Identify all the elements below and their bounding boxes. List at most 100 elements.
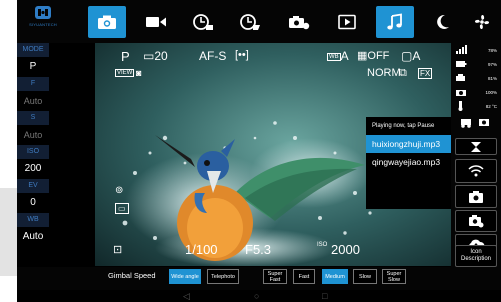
vf-shutter: 1/100 (185, 242, 218, 257)
vf-drive: ▦OFF (357, 50, 390, 62)
vf-quality: NORM (367, 67, 401, 79)
ev-value[interactable]: 0 (17, 193, 49, 213)
vf-quality-icon: ⧉ (399, 67, 407, 79)
s-label: S (17, 111, 49, 125)
music-button[interactable] (376, 6, 414, 38)
night-mode-button[interactable]: z (424, 6, 462, 38)
slow-button[interactable]: Slow (353, 269, 377, 284)
status-readouts: 78% 97% 81% 100% 82 °C (451, 43, 501, 133)
system-nav-bar: ◁ ○ □ (17, 290, 501, 302)
music-note-icon (387, 13, 402, 30)
timer-icon (193, 14, 213, 30)
home-icon[interactable]: ○ (254, 291, 259, 301)
top-toolbar: SIYUANTECH z (17, 0, 501, 43)
timelapse-button[interactable] (184, 6, 222, 38)
exposure-settings-panel: MODE P F Auto S Auto ISO 200 EV 0 WB Aut… (17, 43, 49, 267)
camera-battery-icon (456, 90, 466, 96)
vf-stabilizer-icon: ⊚ (115, 185, 124, 196)
recent-apps-icon[interactable]: □ (322, 291, 327, 301)
signal-value: 78% (487, 48, 497, 53)
icon-description-button[interactable]: Icon Description (455, 245, 497, 267)
vf-white-balance: WB A (327, 49, 349, 63)
iso-value[interactable]: 200 (17, 159, 49, 179)
stop-button[interactable] (455, 138, 497, 155)
vf-shots-value: 20 (154, 49, 168, 63)
camera-icon (98, 15, 116, 29)
camera-settings-button[interactable] (455, 210, 497, 232)
robot-camera-icon (461, 119, 489, 128)
vf-af-mode: AF-S (199, 49, 227, 63)
icon-description-label: Icon Description (460, 249, 491, 262)
camera-timer-button[interactable] (280, 6, 318, 38)
battery1-row: 97% (455, 59, 499, 71)
app-logo: SIYUANTECH (24, 5, 62, 39)
timer-video-button[interactable] (231, 6, 269, 38)
gimbal-speed-bar: Gimbal Speed Wide angle Telephoto Super … (17, 267, 501, 290)
hourglass-icon (471, 141, 481, 152)
fan-icon (474, 14, 490, 30)
logo-text: SIYUANTECH (29, 22, 57, 27)
vf-area: ▢A (401, 49, 421, 63)
battery1-value: 97% (487, 62, 497, 67)
camera-small-icon: ◙ (136, 68, 142, 78)
fan-button[interactable] (466, 6, 498, 38)
wifi-button[interactable] (455, 159, 497, 183)
vf-drive-value: OFF (367, 50, 390, 62)
battery3-value: 100% (485, 90, 497, 95)
fast-button[interactable]: Fast (293, 269, 315, 284)
side-panel (0, 188, 17, 276)
back-icon[interactable]: ◁ (183, 291, 190, 302)
play-button[interactable] (328, 6, 366, 38)
play-icon (338, 14, 356, 30)
super-fast-button[interactable]: Super Fast (263, 269, 287, 284)
temperature-row: 82 °C (455, 101, 499, 113)
telephoto-button[interactable]: Telephoto (207, 269, 239, 284)
capture-photo-button[interactable] (455, 185, 497, 208)
thermometer-icon (458, 101, 463, 111)
camera-gear-icon (469, 215, 484, 228)
battery2-row: 81% (455, 73, 499, 85)
camera-control-app: SIYUANTECH z MODE P F Auto S Auto ISO 20… (17, 0, 501, 302)
video-mode-button[interactable] (137, 6, 175, 38)
temperature-value: 82 °C (485, 104, 497, 109)
super-slow-button[interactable]: Super Slow (382, 269, 406, 284)
gimbal-speed-label: Gimbal Speed (108, 271, 156, 280)
battery-icon (456, 61, 467, 67)
battery3-row: 100% (455, 87, 499, 99)
vf-metering: [••] (235, 49, 249, 61)
vf-mode: P (121, 49, 130, 64)
f-value[interactable]: Auto (17, 91, 49, 111)
vf-aperture: F5.3 (245, 242, 272, 257)
iso-label: ISO (17, 145, 49, 159)
vf-metering-icon: ⊡ (113, 244, 123, 256)
vf-shots-remaining: ▭20 (143, 49, 168, 63)
vehicle-row (455, 116, 499, 128)
s-value[interactable]: Auto (17, 125, 49, 145)
vf-wb-value: A (340, 49, 349, 63)
vf-view: VIEW (115, 69, 135, 77)
vf-iso: 2000 (331, 242, 360, 257)
status-panel: 78% 97% 81% 100% 82 °C (451, 43, 501, 267)
logo-icon (35, 6, 51, 19)
battery2-value: 81% (487, 76, 497, 81)
wide-angle-button[interactable]: Wide angle (169, 269, 201, 284)
controller-battery-icon (456, 74, 465, 81)
svg-text:z: z (443, 18, 446, 24)
vf-card-icon: ▭ (115, 203, 129, 214)
mode-value[interactable]: P (17, 57, 49, 77)
f-label: F (17, 77, 49, 91)
camera-icon (469, 190, 483, 203)
wifi-icon (468, 165, 484, 177)
signal-row: 78% (455, 45, 499, 57)
mode-label: MODE (17, 43, 49, 57)
vf-iso-label: ISO (317, 242, 328, 248)
vf-fx: FX (418, 68, 433, 79)
moon-z-icon: z (437, 14, 449, 29)
camera-clock-icon (289, 16, 310, 30)
medium-button[interactable]: Medium (322, 269, 348, 284)
photo-mode-button[interactable] (88, 6, 126, 38)
wb-value[interactable]: Auto (17, 227, 49, 247)
video-camera-icon (146, 17, 166, 27)
ev-label: EV (17, 179, 49, 193)
wb-label: WB (17, 213, 49, 227)
